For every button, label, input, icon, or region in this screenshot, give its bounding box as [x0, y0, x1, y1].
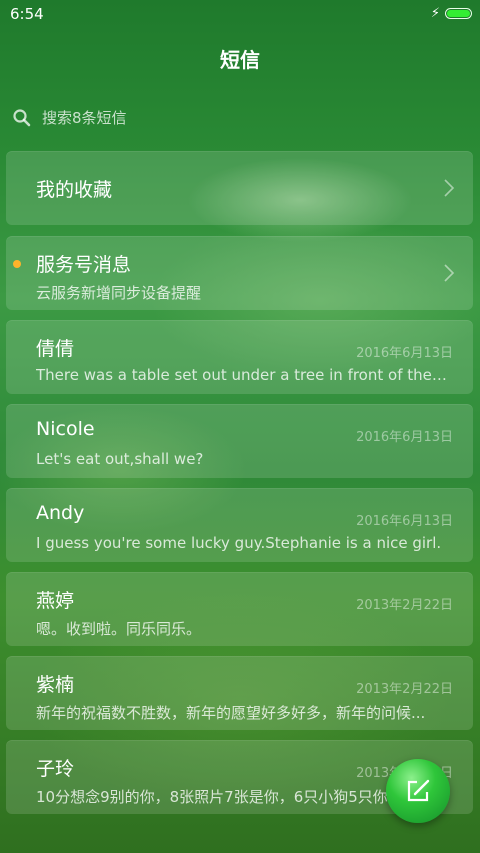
service-preview: 云服务新增同步设备提醒: [36, 284, 202, 302]
search-input[interactable]: 搜索8条短信: [42, 107, 127, 128]
search-bar[interactable]: 搜索8条短信: [12, 104, 468, 132]
search-icon: [13, 109, 31, 127]
thread-name: 紫楠: [36, 674, 75, 696]
favorites-label: 我的收藏: [36, 179, 113, 201]
thread-preview: 嗯。收到啦。同乐同乐。: [36, 620, 202, 638]
thread-preview: I guess you're some lucky guy.Stephanie …: [36, 534, 442, 552]
thread-date: 2016年6月13日: [356, 346, 453, 361]
thread-date: 2013年2月22日: [356, 682, 453, 697]
message-thread[interactable]: 燕婷 2013年2月22日 嗯。收到啦。同乐同乐。: [6, 572, 473, 646]
message-thread[interactable]: Andy 2016年6月13日 I guess you're some luck…: [6, 488, 473, 562]
service-name: 服务号消息: [36, 254, 132, 276]
charging-icon: ⚡: [430, 6, 440, 21]
service-messages-item[interactable]: 服务号消息 云服务新增同步设备提醒: [6, 236, 473, 310]
thread-preview: There was a table set out under a tree i…: [36, 366, 450, 384]
thread-date: 2013年2月22日: [356, 598, 453, 613]
message-thread[interactable]: 紫楠 2013年2月22日 新年的祝福数不胜数，新年的愿望好多好多，新年的问候.…: [6, 656, 473, 730]
thread-date: 2016年6月13日: [356, 430, 453, 445]
thread-name: Nicole: [36, 418, 95, 440]
message-thread[interactable]: 倩倩 2016年6月13日 There was a table set out …: [6, 320, 473, 394]
message-thread[interactable]: Nicole 2016年6月13日 Let's eat out,shall we…: [6, 404, 473, 478]
chevron-right-icon: [444, 264, 455, 282]
thread-name: 燕婷: [36, 590, 75, 612]
favorites-item[interactable]: 我的收藏: [6, 151, 473, 225]
thread-preview: Let's eat out,shall we?: [36, 450, 204, 468]
thread-name: 倩倩: [36, 338, 75, 360]
compose-icon: [407, 779, 430, 802]
status-time: 6:54: [10, 5, 44, 23]
compose-button[interactable]: [386, 759, 450, 823]
thread-preview: 新年的祝福数不胜数，新年的愿望好多好多，新年的问候...: [36, 704, 426, 722]
page-title: 短信: [220, 48, 260, 72]
unread-dot: [13, 260, 21, 268]
thread-name: Andy: [36, 502, 85, 524]
battery-icon: [445, 8, 472, 19]
status-bar: 6:54 ⚡: [0, 0, 480, 28]
thread-name: 子玲: [36, 758, 75, 780]
chevron-right-icon: [444, 179, 455, 197]
thread-date: 2016年6月13日: [356, 514, 453, 529]
